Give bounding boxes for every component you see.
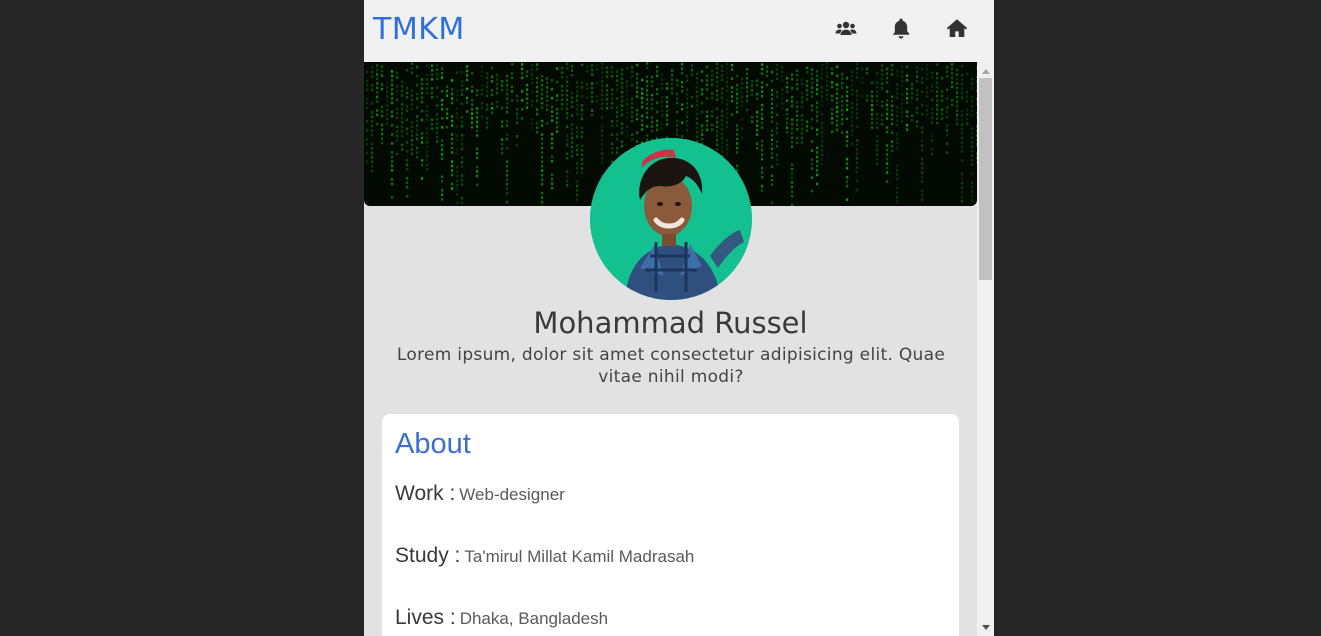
profile-bio: Lorem ipsum, dolor sit amet consectetur … [396,345,946,387]
about-lives-label: Lives : [395,606,456,629]
scrollbar[interactable] [977,62,994,636]
scroll-up-arrow-icon[interactable] [977,64,994,78]
home-icon[interactable] [945,16,969,40]
scroll-down-arrow-icon[interactable] [977,620,994,634]
top-navbar: TMKM [364,0,994,62]
about-lives-row: Lives : Dhaka, Bangladesh [395,606,608,630]
app-window: TMKM Mohammad Russel Lorem ipsum, dolor … [364,0,994,636]
bell-icon[interactable] [889,16,913,40]
about-work-value: Web-designer [459,485,565,504]
about-card: About Work : Web-designer Study : Ta'mirul… [382,414,959,636]
about-work-row: Work : Web-designer [395,482,565,506]
about-work-label: Work : [395,482,456,505]
about-study-row: Study : Ta'mirul Millat Kamil Madrasah [395,544,694,568]
about-study-value: Ta'mirul Millat Kamil Madrasah [464,547,695,566]
avatar[interactable] [590,138,752,300]
profile-name: Mohammad Russel [533,306,808,340]
about-lives-value: Dhaka, Bangladesh [459,609,609,628]
about-title: About [395,428,471,460]
profile-photo [590,138,752,300]
brand-logo[interactable]: TMKM [373,12,465,47]
users-icon[interactable] [834,16,858,40]
profile-page: Mohammad Russel Lorem ipsum, dolor sit a… [364,62,977,636]
about-study-label: Study : [395,544,461,567]
scrollbar-thumb[interactable] [979,78,992,280]
